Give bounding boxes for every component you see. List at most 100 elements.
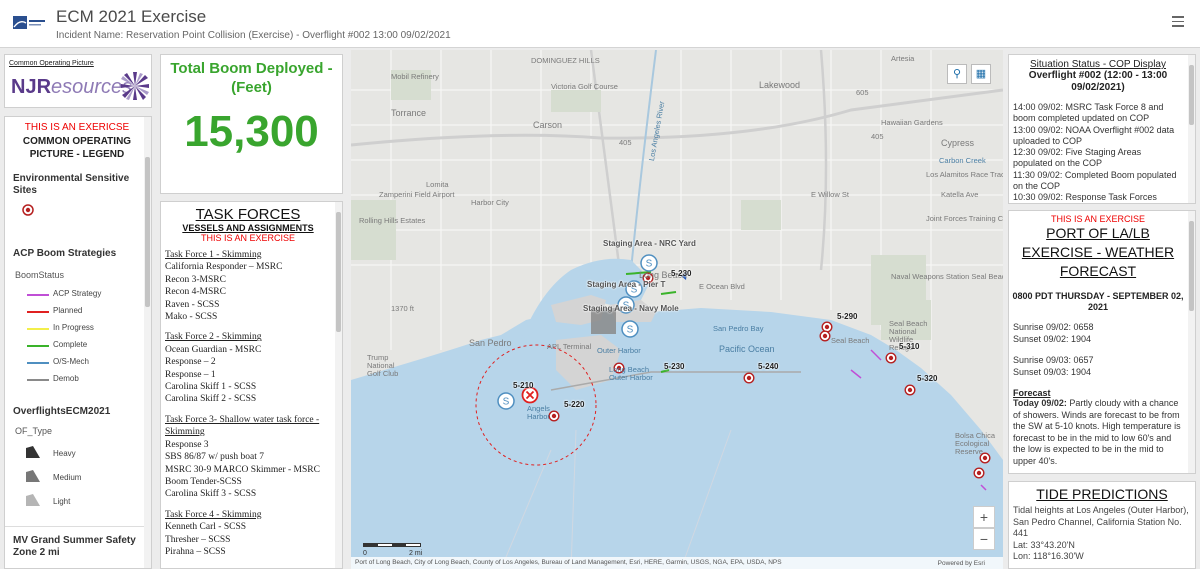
- incident-name: Incident Name: Reservation Point Collisi…: [56, 30, 451, 41]
- vessel-item: Response – 1: [165, 369, 216, 380]
- map-label: 1370 ft: [391, 304, 414, 313]
- of-type-label: Heavy: [53, 449, 76, 458]
- env-sites-header: Environmental Sensitive Sites: [13, 173, 130, 196]
- powered-by[interactable]: Powered by Esri: [938, 560, 985, 567]
- map-label: DOMINGUEZ HILLS: [531, 56, 600, 65]
- sensitive-site-icon[interactable]: [819, 330, 831, 342]
- map-label: Carbon Creek: [939, 156, 986, 165]
- tides-description: Tidal heights at Los Angeles (Outer Harb…: [1013, 505, 1189, 538]
- map-label: E Willow St: [811, 190, 849, 199]
- boom-status-item: O/S-Mech: [13, 354, 141, 371]
- vessel-item: Carolina Skiff 1 - SCSS: [165, 382, 257, 393]
- search-map-button[interactable]: ⚲: [947, 64, 967, 84]
- task-forces-list: Task Force 1 - Skimming California Respon…: [161, 243, 335, 558]
- map-label: Katella Ave: [941, 190, 979, 199]
- search-icon: ⚲: [952, 68, 962, 80]
- weather-panel: THIS IS AN EXERCISE PORT OF LA/LB EXERCI…: [1008, 210, 1196, 474]
- forecast-body: Partly cloudy with a chance of showers. …: [1013, 398, 1181, 466]
- sensitive-site-icon: [22, 204, 34, 216]
- vessel-item: Kenneth Carl - SCSS: [165, 522, 247, 533]
- staging-label: Staging Area - Pier T: [587, 280, 666, 289]
- zone-label: 5-220: [564, 400, 585, 409]
- map-label: San Pedro: [469, 338, 512, 348]
- map-label: 405: [871, 132, 884, 141]
- map-label: APL Terminal: [547, 342, 592, 351]
- of-type-item: Heavy: [13, 440, 141, 464]
- tides-lat: Lat: 33°43.20'N: [1013, 539, 1075, 550]
- sunrise-1: Sunrise 09/02: 0658: [1013, 322, 1094, 332]
- vessel-item: MSRC 30-9 MARCO Skimmer - MSRC: [165, 464, 320, 475]
- acp-header: ACP Boom Strategies: [13, 248, 117, 259]
- sensitive-site-icon[interactable]: [743, 372, 755, 384]
- svg-text:S: S: [627, 325, 634, 336]
- sunset-2: Sunset 09/03: 1904: [1013, 366, 1092, 377]
- weather-title: PORT OF LA/LB EXERCISE - WEATHER FORECAS…: [1021, 225, 1175, 279]
- map-label: Naval Weapons Station Seal Beach: [891, 272, 1003, 281]
- staging-marker-icon[interactable]: S: [621, 320, 639, 338]
- mv-safety-zone-header: MV Grand Summer Safety Zone 2 mi: [13, 535, 136, 558]
- boom-status-label: O/S-Mech: [53, 357, 90, 366]
- map-label: Outer Harbor: [597, 346, 641, 355]
- boom-status-swatch: [27, 294, 49, 296]
- map-view[interactable]: S S S S S DOMINGUEZ HILLS Torrance Mobil…: [351, 50, 1003, 569]
- situation-entry: 12:30 09/02: Five Staging Areas populate…: [1013, 147, 1142, 169]
- map-label: 405: [619, 138, 632, 147]
- boom-value: 15,300: [184, 107, 319, 156]
- of-type-label: Light: [53, 497, 71, 506]
- svg-text:S: S: [646, 259, 653, 270]
- map-label: Pacific Ocean: [719, 344, 775, 354]
- situation-panel: Situation Status - COP Display Overfligh…: [1008, 54, 1196, 204]
- zone-label: 5-230: [664, 362, 685, 371]
- zone-label: 5-230: [671, 269, 692, 278]
- legend-panel: THIS IS AN EXERICSE COMMON OPERATING PIC…: [4, 116, 152, 569]
- boom-status-label: Planned: [53, 306, 83, 315]
- vessel-item: Recon 3-MSRC: [165, 274, 226, 285]
- sensitive-site-icon[interactable]: [904, 384, 916, 396]
- sensitive-site-icon[interactable]: [885, 352, 897, 364]
- of-type-label: OF_Type: [15, 426, 53, 436]
- map-label: Joint Forces Training Center: [926, 214, 1003, 223]
- staging-marker-icon[interactable]: S: [497, 392, 515, 410]
- map-label: Los Alamitos Race Track: [926, 170, 1003, 179]
- njr-logo: NJResources: [9, 72, 151, 104]
- map-label: Lomita: [426, 180, 449, 189]
- menu-icon[interactable]: [1172, 16, 1184, 28]
- vessel-item: Thresher – SCSS: [165, 534, 231, 545]
- zone-label: 5-290: [837, 312, 858, 321]
- map-label: Victoria Golf Course: [551, 82, 618, 91]
- task-forces-scrollbar[interactable]: [335, 202, 342, 568]
- zoom-in-button[interactable]: +: [973, 506, 995, 528]
- of-type-swatch: [26, 446, 40, 458]
- legend-exercise-notice: THIS IS AN EXERICSE: [24, 122, 130, 133]
- of-type-label: Medium: [53, 473, 82, 482]
- situation-scrollbar[interactable]: [1188, 55, 1195, 203]
- legend-scrollbar[interactable]: [144, 117, 151, 568]
- map-label: Torrance: [391, 108, 427, 118]
- task-force-name: Task Force 3- Shallow water task force -…: [165, 414, 320, 438]
- vessel-item: Raven - SCSS: [165, 299, 220, 310]
- sensitive-site-icon[interactable]: [973, 467, 985, 479]
- map-label: San Pedro Bay: [713, 324, 764, 333]
- scale-label: 2 mi: [409, 550, 423, 557]
- map-label: E Ocean Blvd: [699, 282, 745, 291]
- vessel-item: California Responder – MSRC: [165, 262, 283, 273]
- weather-scrollbar[interactable]: [1188, 211, 1195, 473]
- situation-subtitle: Overflight #002 (12:00 - 13:00 09/02/202…: [1028, 70, 1168, 93]
- njr-emblem-icon: [121, 72, 149, 100]
- cop-link[interactable]: Common Operating Picture: [9, 60, 94, 67]
- tides-title: TIDE PREDICTIONS: [1036, 486, 1168, 502]
- tides-lon: Lon: 118°16.30'W: [1013, 551, 1084, 561]
- boom-status-swatch: [27, 379, 49, 381]
- boom-status-label: Complete: [53, 340, 88, 349]
- sunset-1: Sunset 09/02: 1904: [1013, 333, 1092, 344]
- map-label: Zamperini Field Airport: [379, 190, 455, 199]
- map-label: Bolsa Chica Ecological Reserve: [955, 431, 996, 456]
- map-label: Long Beach Outer Harbor: [609, 365, 653, 382]
- qr-map-button[interactable]: ▦: [971, 64, 991, 84]
- qr-icon: ▦: [975, 68, 987, 80]
- situation-entry: 11:30 09/02: Completed Boom populated on…: [1013, 169, 1177, 192]
- boom-status-swatch: [27, 362, 49, 364]
- boom-status-item: Complete: [13, 337, 141, 354]
- zoom-out-button[interactable]: −: [973, 528, 995, 550]
- task-forces-title: TASK FORCES: [195, 206, 301, 223]
